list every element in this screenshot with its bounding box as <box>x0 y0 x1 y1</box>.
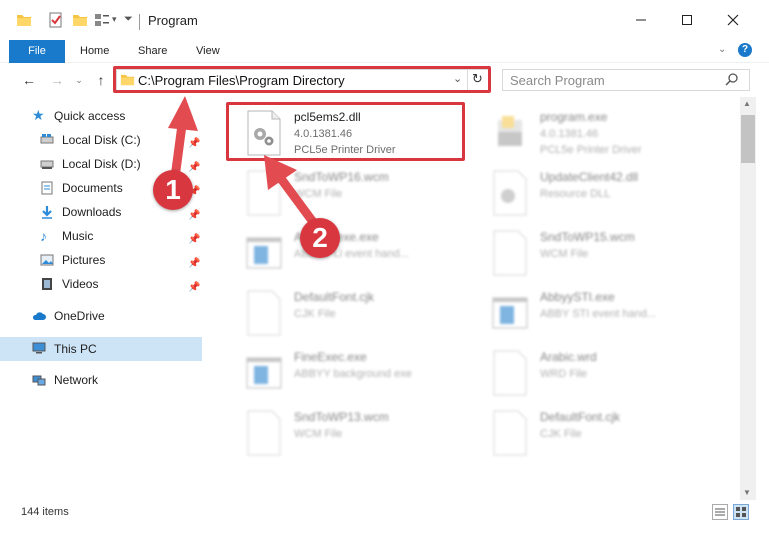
step-callout: 1 <box>153 170 193 210</box>
arrow-1-shaft <box>171 120 187 175</box>
arrow-1-head <box>168 96 198 131</box>
annotation-arrows <box>168 96 321 231</box>
step-callout: 2 <box>300 218 340 258</box>
